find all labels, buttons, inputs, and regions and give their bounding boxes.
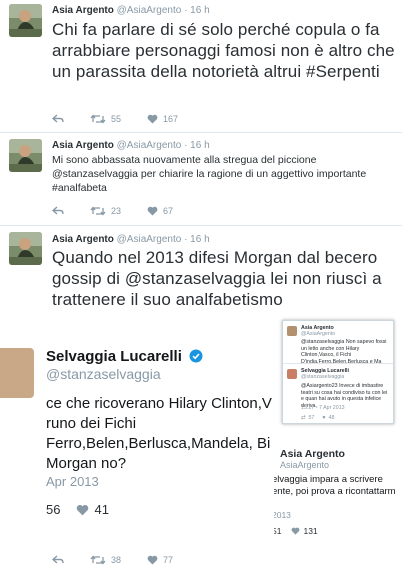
heart-icon: [147, 555, 158, 565]
embedded-stats: 56 41: [46, 502, 125, 517]
overlay-author-handle: @stanzaselvaggia: [301, 374, 345, 380]
tweet-text: Chi fa parlare di sé solo perché copula …: [52, 20, 395, 81]
tweet-1[interactable]: Asia Argento @AsiaArgento · 16 h Chi fa …: [0, 0, 402, 133]
embedded-quoted-tweet: Asia Argento AsiaArgento elvaggia impara…: [274, 440, 402, 536]
tweet-header: Asia Argento @AsiaArgento · 16 h: [52, 234, 210, 245]
quoted-author-name: Asia Argento: [280, 448, 345, 460]
overlay-avatar: [287, 369, 297, 379]
avatar[interactable]: [9, 232, 42, 265]
quoted-line: elvaggia impara a scrivere: [274, 474, 383, 485]
retweet-button[interactable]: 23: [90, 206, 121, 216]
like-button[interactable]: 77: [147, 555, 173, 565]
tweet-2[interactable]: Asia Argento @AsiaArgento · 16 h Mi sono…: [0, 133, 402, 226]
reply-icon: [52, 555, 64, 564]
reply-icon: [52, 114, 64, 123]
author-handle[interactable]: @AsiaArgento: [117, 140, 182, 151]
overlay-stats: ⇄ 57 ♥ 48: [301, 415, 335, 421]
mention-link[interactable]: @stanzaselvaggia: [125, 269, 266, 288]
embedded-like-count: 41: [94, 502, 109, 517]
quoted-line: ente, poi prova a ricontattarm: [274, 486, 396, 497]
heart-icon: [147, 206, 158, 216]
author-name[interactable]: Asia Argento: [52, 5, 114, 16]
quoted-tweet-text: elvaggia impara a scrivere ente, poi pro…: [274, 474, 402, 498]
tweet-actions: 38 77: [52, 553, 199, 567]
author-handle[interactable]: @AsiaArgento: [117, 5, 182, 16]
retweet-button[interactable]: 55: [90, 114, 121, 124]
reply-button[interactable]: [52, 206, 64, 216]
like-count: 77: [163, 555, 174, 565]
embedded-author-name: Selvaggia Lucarelli: [46, 348, 203, 365]
embedded-avatar: [0, 348, 34, 398]
timestamp[interactable]: · 16 h: [184, 140, 210, 151]
reply-button[interactable]: [52, 114, 64, 124]
like-count: 67: [163, 206, 174, 216]
retweet-icon: [90, 206, 106, 216]
author-name[interactable]: Asia Argento: [52, 140, 114, 151]
tweet-header: Asia Argento @AsiaArgento · 16 h: [52, 140, 210, 151]
overlay-tweet-text: @stanzaselvaggia Non sapevo fossi un let…: [301, 339, 387, 365]
tweet-actions: 55 167: [52, 112, 204, 126]
author-name[interactable]: Asia Argento: [52, 234, 114, 245]
retweet-icon: [90, 114, 106, 124]
quoted-date: 2013: [274, 510, 291, 520]
avatar[interactable]: [9, 4, 42, 37]
retweet-count: 38: [111, 555, 122, 565]
retweet-button[interactable]: 38: [90, 555, 121, 565]
timestamp[interactable]: · 16 h: [184, 234, 210, 245]
overlay-author-handle: @AsiaArgento: [301, 331, 336, 337]
like-button[interactable]: 167: [147, 114, 178, 124]
reply-button[interactable]: [52, 555, 64, 565]
tweet-text: Mi sono abbassata nuovamente alla stregu…: [52, 154, 367, 194]
tweet-header: Asia Argento @AsiaArgento · 16 h: [52, 5, 210, 16]
tweet-text: Quando nel 2013 difesi Morgan dal becero…: [52, 247, 396, 310]
timestamp[interactable]: · 16 h: [184, 5, 210, 16]
heart-icon: [77, 504, 89, 515]
quoted-author-handle: AsiaArgento: [280, 460, 330, 470]
quoted-like-count: 131: [303, 526, 318, 536]
retweet-icon: [90, 555, 106, 565]
reply-icon: [52, 206, 64, 215]
embedded-retweet-count: 56: [46, 502, 61, 517]
embedded-author-handle: @stanzaselvaggia: [46, 366, 161, 382]
like-count: 167: [163, 114, 179, 124]
retweet-count: 23: [111, 206, 122, 216]
author-handle[interactable]: @AsiaArgento: [117, 234, 182, 245]
retweet-count: 55: [111, 114, 122, 124]
verified-badge-icon: [189, 349, 203, 363]
embedded-date: Apr 2013: [46, 474, 99, 489]
quoted-retweet-count: 51: [274, 526, 282, 536]
avatar[interactable]: [9, 139, 42, 172]
heart-icon: [147, 114, 158, 124]
embedded-thread-screenshot: Asia Argento @AsiaArgento @stanzaselvagg…: [282, 320, 394, 424]
overlay-timestamp: 15:27 - 7 Apr 2013: [301, 405, 345, 411]
quoted-stats: 51 131: [274, 526, 318, 536]
tweet-actions: 23 67: [52, 204, 199, 218]
overlay-avatar: [287, 326, 297, 336]
heart-icon: [292, 527, 300, 535]
like-button[interactable]: 67: [147, 206, 173, 216]
